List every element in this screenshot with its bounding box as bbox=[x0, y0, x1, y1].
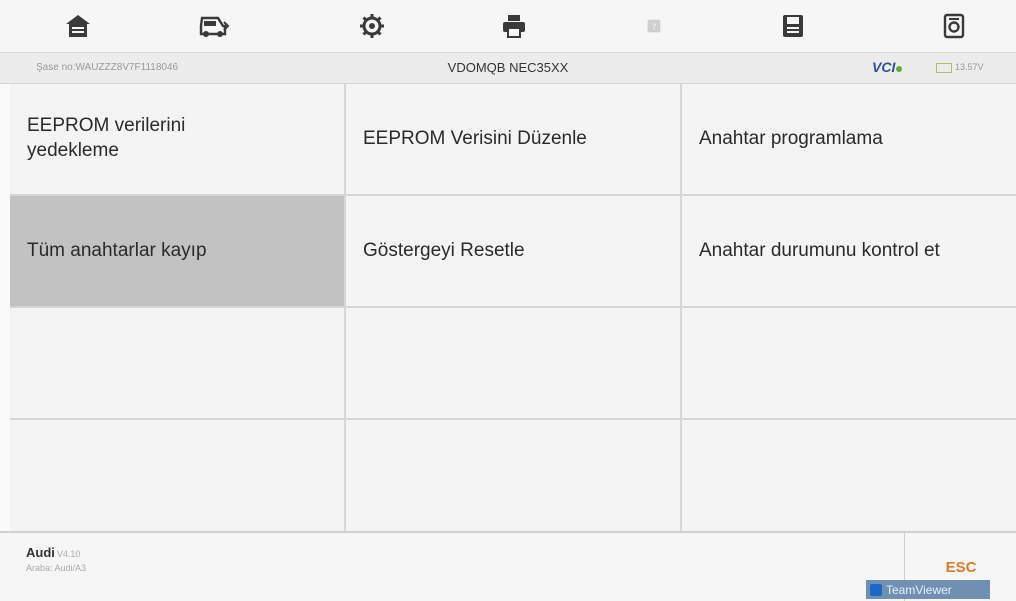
battery-voltage: 13.57V bbox=[955, 62, 984, 72]
empty-cell bbox=[346, 308, 680, 418]
empty-cell bbox=[10, 420, 344, 531]
vehicle-brand: Audi V4.10 bbox=[26, 545, 80, 560]
save-icon bbox=[783, 15, 803, 37]
vci-connected-icon bbox=[896, 66, 903, 72]
empty-cell bbox=[10, 308, 344, 418]
menu-item-label: EEPROM Verisini Düzenle bbox=[363, 127, 587, 149]
menu-item-label: Anahtar programlama bbox=[699, 127, 883, 149]
software-version: V4.10 bbox=[56, 549, 81, 559]
function-grid: EEPROM verilerini yedekleme EEPROM Veris… bbox=[10, 84, 1016, 531]
menu-item-reset-cluster[interactable]: Göstergeyi Resetle bbox=[346, 196, 680, 306]
svg-text:?: ? bbox=[652, 23, 657, 33]
home-icon bbox=[66, 15, 90, 37]
help-button[interactable]: ? bbox=[636, 10, 672, 42]
menu-item-check-key-status[interactable]: Anahtar durumunu kontrol et bbox=[682, 196, 1016, 306]
print-button[interactable] bbox=[496, 10, 532, 42]
empty-cell bbox=[346, 420, 680, 531]
gear-icon bbox=[360, 14, 384, 38]
settings-button[interactable] bbox=[354, 10, 390, 42]
menu-item-eeprom-edit[interactable]: EEPROM Verisini Düzenle bbox=[346, 84, 680, 194]
vehicle-icon bbox=[199, 16, 230, 37]
vci-status: VCI bbox=[872, 59, 903, 75]
save-button[interactable] bbox=[775, 10, 811, 42]
menu-item-key-programming[interactable]: Anahtar programlama bbox=[682, 84, 1016, 194]
teamviewer-badge[interactable]: TeamViewer bbox=[866, 580, 990, 599]
home-button[interactable] bbox=[60, 10, 96, 42]
menu-item-label: EEPROM verilerini yedekleme bbox=[27, 115, 186, 161]
vehicle-path: Araba: Audi/A3 bbox=[26, 563, 87, 573]
footer-bar: Audi V4.10 Araba: Audi/A3 ESC bbox=[0, 531, 1016, 601]
module-name: VDOMQB NEC35XX bbox=[447, 60, 569, 75]
left-margin bbox=[0, 84, 10, 531]
top-toolbar: ? bbox=[0, 0, 1016, 53]
vci-label: VCI bbox=[872, 59, 896, 75]
empty-cell bbox=[682, 308, 1016, 418]
teamviewer-label: TeamViewer bbox=[886, 582, 952, 597]
help-icon: ? bbox=[647, 19, 661, 33]
teamviewer-icon bbox=[870, 583, 882, 596]
screenshot-button[interactable] bbox=[936, 10, 972, 42]
menu-item-label: Göstergeyi Resetle bbox=[363, 239, 525, 261]
battery-icon bbox=[936, 62, 952, 73]
print-icon bbox=[503, 15, 525, 38]
vehicle-button[interactable] bbox=[196, 10, 232, 42]
info-bar: Şase no:WAUZZZ8V7F1118046 VDOMQB NEC35XX… bbox=[0, 53, 1016, 84]
menu-item-all-keys-lost[interactable]: Tüm anahtarlar kayıp bbox=[10, 196, 344, 306]
menu-item-label: Tüm anahtarlar kayıp bbox=[27, 239, 207, 261]
empty-cell bbox=[682, 420, 1016, 531]
brand-name: Audi bbox=[26, 545, 55, 560]
menu-item-label: Anahtar durumunu kontrol et bbox=[699, 239, 940, 261]
battery-status: 13.57V bbox=[936, 62, 984, 73]
screenshot-icon bbox=[943, 13, 965, 39]
menu-item-eeprom-backup[interactable]: EEPROM verilerini yedekleme bbox=[10, 84, 344, 194]
